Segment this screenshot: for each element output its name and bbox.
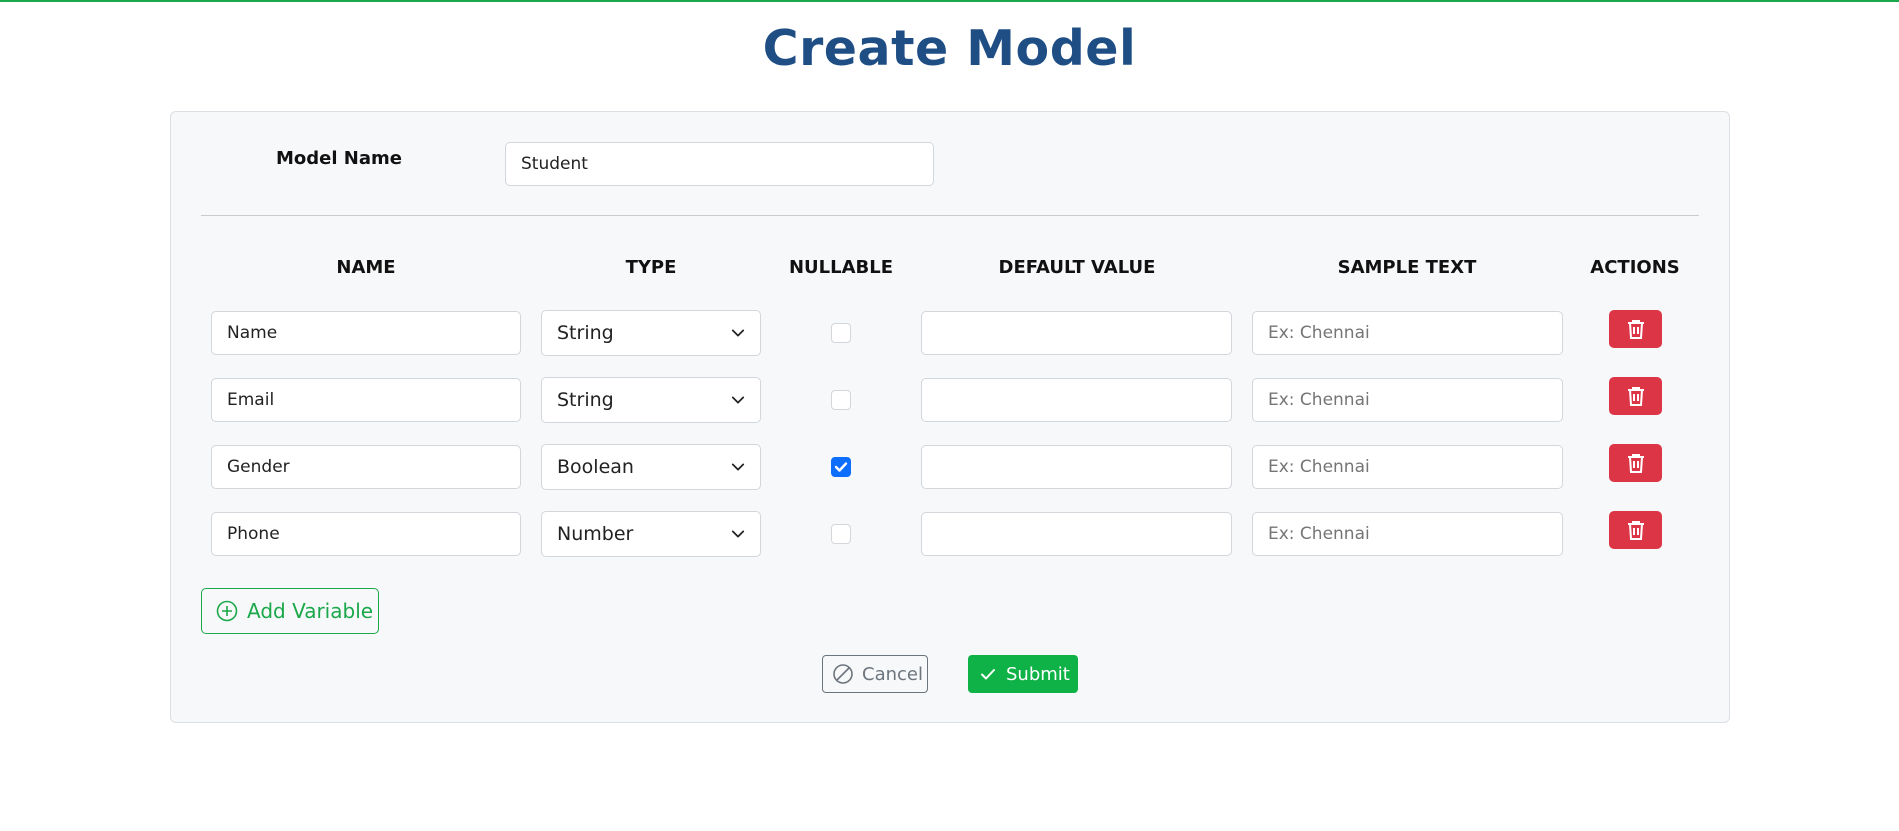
- variable-type-select[interactable]: String: [541, 310, 761, 356]
- default-value-input[interactable]: [921, 311, 1232, 355]
- sample-text-input[interactable]: [1252, 512, 1563, 556]
- check-icon: [981, 669, 995, 680]
- delete-row-button[interactable]: [1609, 444, 1662, 482]
- model-form-card: Model Name NAME TYPE NULLABLE DEFAULT VA…: [170, 111, 1730, 723]
- variable-type-select[interactable]: Boolean: [541, 444, 761, 490]
- column-header-nullable: NULLABLE: [788, 257, 894, 278]
- check-icon: [834, 462, 848, 472]
- submit-button[interactable]: Submit: [968, 655, 1078, 693]
- nullable-checkbox[interactable]: [831, 524, 851, 544]
- column-header-default-value: DEFAULT VALUE: [998, 257, 1156, 278]
- variable-type-value: String: [557, 389, 614, 411]
- variable-type-value: Number: [557, 523, 634, 545]
- submit-label: Submit: [1006, 663, 1070, 685]
- chevron-down-icon: [731, 396, 745, 404]
- nullable-checkbox[interactable]: [831, 390, 851, 410]
- model-name-input[interactable]: [505, 142, 934, 186]
- divider: [201, 215, 1699, 216]
- delete-row-button[interactable]: [1609, 511, 1662, 549]
- variable-type-select[interactable]: Number: [541, 511, 761, 557]
- trash-icon: [1627, 454, 1644, 473]
- cancel-label: Cancel: [862, 663, 923, 685]
- variable-name-input[interactable]: [211, 445, 521, 489]
- variable-name-input[interactable]: [211, 512, 521, 556]
- default-value-input[interactable]: [921, 378, 1232, 422]
- column-header-actions: ACTIONS: [1590, 257, 1680, 278]
- slash-circle-icon: [833, 664, 853, 684]
- add-variable-label: Add Variable: [247, 599, 374, 623]
- default-value-input[interactable]: [921, 445, 1232, 489]
- chevron-down-icon: [731, 463, 745, 471]
- default-value-input[interactable]: [921, 512, 1232, 556]
- page-title: Create Model: [762, 20, 1137, 77]
- nullable-checkbox[interactable]: [831, 323, 851, 343]
- nullable-checkbox[interactable]: [831, 457, 851, 477]
- chevron-down-icon: [731, 530, 745, 538]
- variable-name-input[interactable]: [211, 378, 521, 422]
- sample-text-input[interactable]: [1252, 311, 1563, 355]
- trash-icon: [1627, 320, 1644, 339]
- delete-row-button[interactable]: [1609, 377, 1662, 415]
- top-accent-line: [0, 0, 1899, 2]
- cancel-button[interactable]: Cancel: [822, 655, 928, 693]
- add-variable-button[interactable]: Add Variable: [201, 588, 379, 634]
- variable-type-value: String: [557, 322, 614, 344]
- variable-name-input[interactable]: [211, 311, 521, 355]
- column-header-type: TYPE: [625, 257, 677, 278]
- plus-circle-icon: [216, 600, 238, 622]
- trash-icon: [1627, 387, 1644, 406]
- sample-text-input[interactable]: [1252, 445, 1563, 489]
- delete-row-button[interactable]: [1609, 310, 1662, 348]
- trash-icon: [1627, 521, 1644, 540]
- variable-type-select[interactable]: String: [541, 377, 761, 423]
- variable-type-value: Boolean: [557, 456, 634, 478]
- sample-text-input[interactable]: [1252, 378, 1563, 422]
- chevron-down-icon: [731, 329, 745, 337]
- model-name-label: Model Name: [276, 148, 402, 169]
- column-header-sample-text: SAMPLE TEXT: [1337, 257, 1477, 278]
- column-header-name: NAME: [336, 257, 396, 278]
